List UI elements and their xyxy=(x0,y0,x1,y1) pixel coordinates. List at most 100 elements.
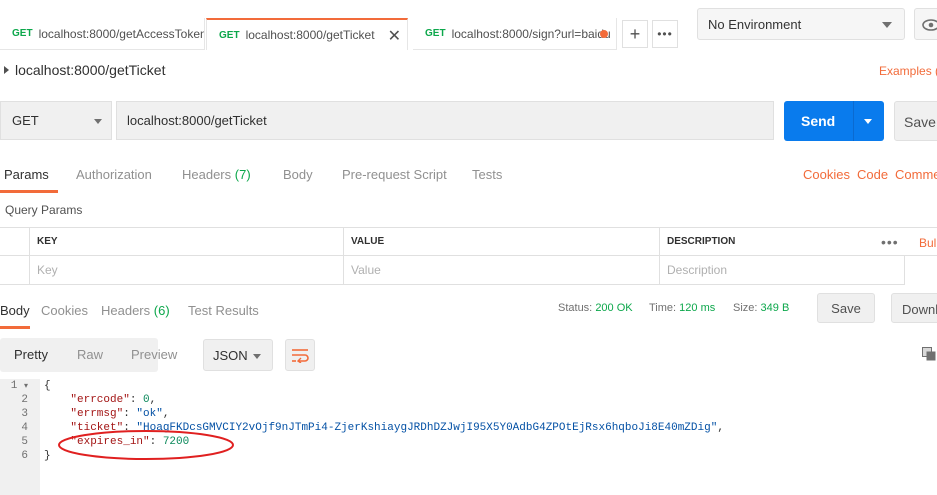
send-label: Send xyxy=(801,113,836,129)
tab-label: localhost:8000/getAccessToken xyxy=(38,26,205,41)
response-active-tab-indicator xyxy=(0,326,30,329)
format-raw-button[interactable]: Raw xyxy=(77,347,103,362)
json-value: 0 xyxy=(143,394,150,406)
status-value: 200 OK xyxy=(595,302,633,314)
bulk-edit-link[interactable]: Bul xyxy=(919,236,936,250)
copy-icon[interactable] xyxy=(922,347,936,361)
eye-icon xyxy=(922,19,937,31)
param-description-input[interactable]: Description xyxy=(660,256,905,285)
send-button[interactable]: Send xyxy=(784,101,884,141)
response-size: Size: 349 B xyxy=(733,302,789,314)
wrap-icon xyxy=(292,349,309,363)
wrap-lines-button[interactable] xyxy=(285,339,315,371)
tab-label: localhost:8000/getTicket xyxy=(245,28,375,42)
cookies-link[interactable]: Cookies xyxy=(803,167,850,182)
fold-caret-icon: ▾ xyxy=(23,382,28,391)
environment-selector[interactable]: No Environment xyxy=(697,8,905,40)
column-header-value: VALUE xyxy=(344,227,660,256)
tab-body[interactable]: Body xyxy=(283,167,313,182)
response-tab-cookies[interactable]: Cookies xyxy=(41,303,88,318)
tab-method: GET xyxy=(219,29,240,41)
tab-options-button[interactable]: ••• xyxy=(652,20,678,48)
response-status: Status: 200 OK xyxy=(558,302,633,314)
size-value: 349 B xyxy=(760,302,790,314)
chevron-down-icon xyxy=(253,354,261,359)
query-params-title: Query Params xyxy=(5,203,83,217)
url-value: localhost:8000/getTicket xyxy=(127,113,267,128)
send-divider xyxy=(853,101,854,141)
size-label: Size: xyxy=(733,302,758,314)
tab-label: localhost:8000/sign?url=baidu xyxy=(451,26,611,41)
param-value-input[interactable]: Value xyxy=(344,256,660,285)
tab-tests[interactable]: Tests xyxy=(472,167,502,182)
chevron-down-icon xyxy=(882,22,892,28)
tab-method: GET xyxy=(425,28,446,39)
json-value: "ok" xyxy=(136,408,163,420)
close-icon[interactable]: ✕ xyxy=(388,26,401,46)
line-number: 3 xyxy=(21,408,28,420)
line-number: 6 xyxy=(21,450,28,462)
annotation-ellipse xyxy=(58,430,234,460)
query-params-table: KEY VALUE DESCRIPTION Key Value Descript… xyxy=(0,227,937,286)
line-number: 4 xyxy=(21,422,28,434)
unsaved-dot-icon xyxy=(600,30,608,38)
response-headers-label: Headers xyxy=(101,303,151,318)
line-number: 1 ▾ xyxy=(10,380,28,392)
format-preview-button[interactable]: Preview xyxy=(131,347,177,362)
tab-headers[interactable]: Headers (7) xyxy=(182,167,251,182)
more-icon: ••• xyxy=(657,27,673,41)
request-tab-sign[interactable]: GET localhost:8000/sign?url=baidu xyxy=(413,18,617,50)
method-label: GET xyxy=(12,113,39,128)
format-pretty-button[interactable]: Pretty xyxy=(14,347,48,362)
code-line: "errmsg": "ok", xyxy=(70,408,170,420)
column-header-key: KEY xyxy=(30,227,344,256)
code-line: "errcode": 0, xyxy=(70,394,157,406)
comments-link[interactable]: Comme xyxy=(895,167,937,182)
table-options-button[interactable]: ••• xyxy=(881,234,899,250)
examples-link[interactable]: Examples ( xyxy=(879,64,937,78)
method-select[interactable]: GET xyxy=(0,101,112,140)
new-tab-button[interactable]: + xyxy=(622,20,648,48)
row-checkbox[interactable] xyxy=(0,256,30,285)
send-options-chevron-icon[interactable] xyxy=(864,119,872,124)
time-label: Time: xyxy=(649,302,677,314)
line-number: 2 xyxy=(21,394,28,406)
response-tab-test-results[interactable]: Test Results xyxy=(188,303,259,318)
format-type-label: JSON xyxy=(213,348,248,363)
tab-params[interactable]: Params xyxy=(4,167,49,182)
request-title-text: localhost:8000/getTicket xyxy=(15,62,166,78)
request-tab-getticket[interactable]: GET localhost:8000/getTicket ✕ xyxy=(206,18,408,50)
param-key-input[interactable]: Key xyxy=(30,256,344,285)
response-time: Time: 120 ms xyxy=(649,302,715,314)
response-tab-body[interactable]: Body xyxy=(0,303,30,318)
response-headers-count: (6) xyxy=(153,303,170,318)
active-tab-indicator xyxy=(0,190,58,193)
json-key: "errcode" xyxy=(70,394,130,406)
download-response-button[interactable]: Downl xyxy=(891,293,937,323)
tab-method: GET xyxy=(12,28,33,39)
code-link[interactable]: Code xyxy=(857,167,888,182)
code-line: } xyxy=(44,450,51,462)
table-checkbox-header xyxy=(0,227,30,256)
code-line: { xyxy=(44,380,51,392)
save-response-button[interactable]: Save xyxy=(817,293,875,323)
chevron-down-icon xyxy=(94,119,102,124)
time-value: 120 ms xyxy=(679,302,716,314)
json-key: "errmsg" xyxy=(70,408,124,420)
tab-headers-label: Headers xyxy=(182,167,232,182)
expand-caret-icon xyxy=(4,66,9,74)
format-type-select[interactable]: JSON xyxy=(203,339,273,371)
environment-label: No Environment xyxy=(708,16,802,32)
tab-headers-count: (7) xyxy=(234,167,251,182)
plus-icon: + xyxy=(629,23,641,44)
url-input[interactable]: localhost:8000/getTicket xyxy=(116,101,774,140)
status-label: Status: xyxy=(558,302,593,314)
request-title[interactable]: localhost:8000/getTicket xyxy=(4,62,165,78)
tab-prerequest-script[interactable]: Pre-request Script xyxy=(342,167,447,182)
line-number: 5 xyxy=(21,436,28,448)
environment-quick-look-button[interactable] xyxy=(914,8,937,40)
request-tab-getaccesstoken[interactable]: GET localhost:8000/getAccessToken xyxy=(0,18,205,50)
response-tab-headers[interactable]: Headers (6) xyxy=(101,303,170,318)
tab-authorization[interactable]: Authorization xyxy=(76,167,152,182)
save-button[interactable]: Save xyxy=(894,101,937,141)
